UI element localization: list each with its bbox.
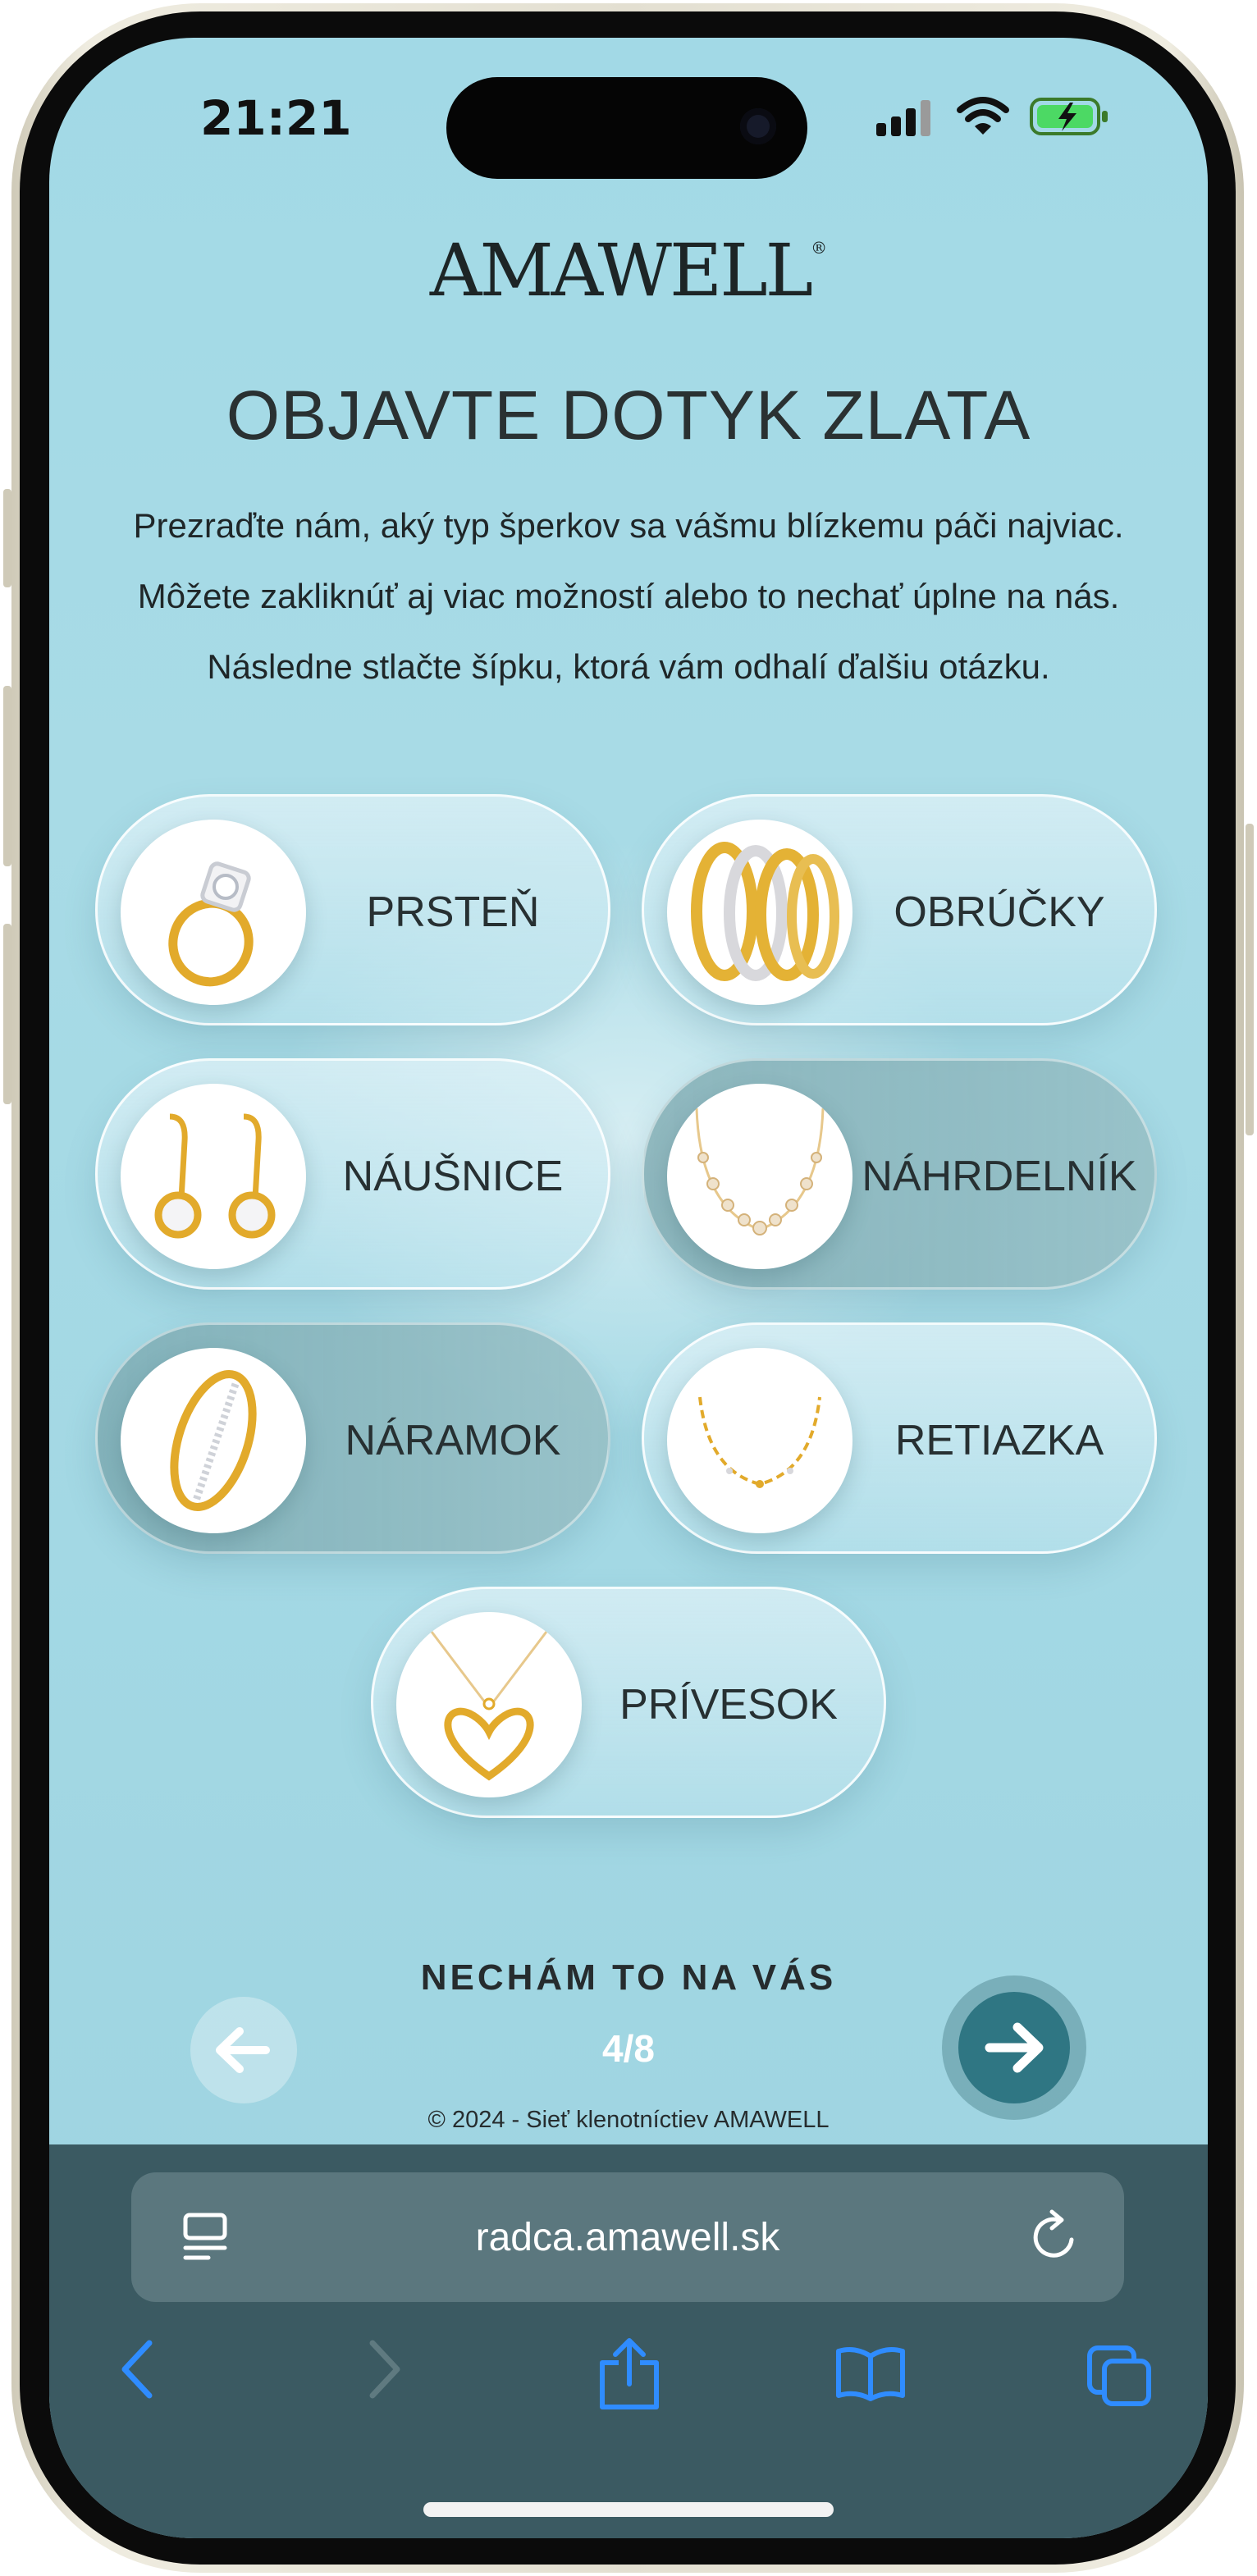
arrow-left-icon [216,2027,270,2073]
brand-name: AMAWELL [429,228,813,313]
home-indicator[interactable] [423,2502,834,2517]
screen: 21:21 AMAWELL® OBJAVTE DOTYK ZLATA Prezr… [49,38,1208,2538]
heart-pendant-icon [396,1612,582,1797]
address-bar[interactable]: radca.amawell.sk [131,2172,1124,2302]
volume-down-button [3,924,11,1104]
brand-logo: AMAWELL® [49,228,1208,313]
option-prsten[interactable]: PRSTEŇ [95,794,610,1025]
status-time: 21:21 [200,90,352,146]
chain-icon [667,1348,852,1533]
bracelet-icon [121,1348,306,1533]
option-label: RETIAZKA [894,1417,1104,1464]
forward-icon[interactable] [359,2336,409,2402]
share-icon[interactable] [594,2336,665,2412]
necklace-icon [667,1084,852,1269]
next-button[interactable] [942,1975,1086,2120]
option-label: OBRÚČKY [894,888,1105,936]
registered-mark: ® [811,238,828,258]
earrings-icon [121,1084,306,1269]
option-label: PRÍVESOK [619,1681,838,1729]
option-label: PRSTEŇ [366,888,540,936]
ring-icon [121,820,306,1005]
back-icon[interactable] [113,2336,162,2402]
camera-icon [740,108,776,144]
progress-indicator: 4/8 [602,2027,655,2070]
action-button [3,489,11,587]
reload-icon[interactable] [1029,2208,1083,2266]
power-button [1246,824,1254,1135]
arrow-right-icon [985,2022,1044,2073]
option-naramok[interactable]: NÁRAMOK [95,1322,610,1554]
battery-charging-icon [1030,98,1108,135]
page-title: OBJAVTE DOTYK ZLATA [226,377,1031,454]
copyright: © 2024 - Sieť klenotníctiev AMAWELL [427,2107,830,2133]
cellular-signal-icon [876,100,930,136]
wedding-bands-icon [667,820,852,1005]
option-nahrdelnik[interactable]: NÁHRDELNÍK [642,1058,1157,1290]
volume-up-button [3,686,11,866]
option-label: NÁUŠNICE [342,1153,564,1200]
url-text: radca.amawell.sk [475,2216,780,2259]
bookmarks-icon[interactable] [834,2345,907,2402]
prev-button[interactable] [190,1997,297,2103]
wifi-icon [957,97,1009,135]
option-label: NÁRAMOK [345,1417,561,1464]
option-nausnice[interactable]: NÁUŠNICE [95,1058,610,1290]
option-privesok[interactable]: PRÍVESOK [371,1587,886,1818]
option-obrucky[interactable]: OBRÚČKY [642,794,1157,1025]
tabs-icon[interactable] [1085,2343,1155,2409]
option-retiazka[interactable]: RETIAZKA [642,1322,1157,1554]
intro-text: Prezraďte nám, aký typ šperkov sa vášmu … [133,506,1124,686]
option-label: NÁHRDELNÍK [862,1153,1137,1200]
